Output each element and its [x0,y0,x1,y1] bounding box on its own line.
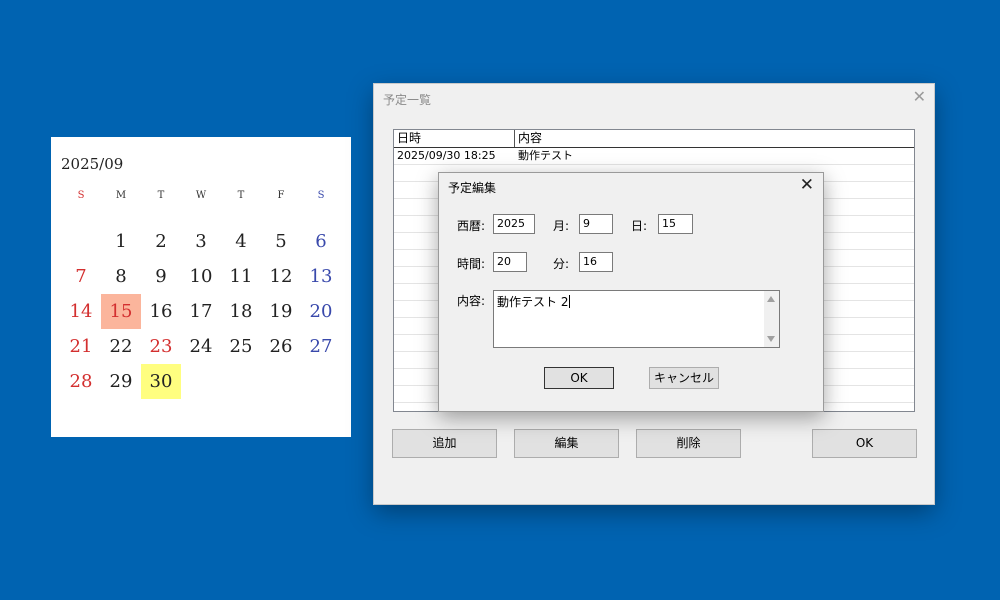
weekday-sun: S [77,190,85,201]
close-icon[interactable]: ✕ [913,87,926,106]
calendar-day[interactable]: 6 [301,224,341,259]
calendar-day[interactable]: 28 [61,364,101,399]
dialog-cancel-button[interactable]: キャンセル [649,367,719,389]
calendar-day[interactable]: 15 [101,294,141,329]
calendar-day[interactable]: 19 [261,294,301,329]
weekday-fri: F [277,190,285,201]
content-textarea[interactable]: 動作テスト 2 [493,290,780,348]
day-label: 日: [631,219,648,233]
scroll-down-arrow-icon[interactable] [767,336,775,342]
calendar-day[interactable]: 30 [141,364,181,399]
month-field[interactable]: 9 [579,214,613,234]
hour-label: 時間: [457,257,486,271]
calendar-week-row: 21 22 23 24 25 26 27 [61,329,341,364]
column-header-datetime[interactable]: 日時 [394,130,515,147]
calendar-week-row: 14 15 16 17 18 19 20 [61,294,341,329]
year-field[interactable]: 2025 [493,214,535,234]
content-text: 動作テスト 2 [497,295,571,309]
weekday-tue: T [157,190,165,201]
calendar-day[interactable]: 25 [221,329,261,364]
calendar-day[interactable]: 20 [301,294,341,329]
calendar-day[interactable]: 22 [101,329,141,364]
weekday-mon: M [115,190,127,201]
calendar-day[interactable]: 10 [181,259,221,294]
weekday-thu: T [237,190,245,201]
calendar-month-title: 2025/09 [61,155,124,173]
calendar-empty-cell [61,224,101,259]
calendar-day[interactable]: 26 [261,329,301,364]
column-header-content[interactable]: 内容 [515,130,914,147]
weekday-wed: W [195,190,207,201]
day-field[interactable]: 15 [658,214,693,234]
year-label: 西暦: [457,219,486,233]
calendar-day[interactable]: 1 [101,224,141,259]
content-label: 内容: [457,294,486,308]
list-item[interactable]: 2025/09/30 18:25 動作テスト [394,148,914,165]
calendar-day[interactable]: 24 [181,329,221,364]
minute-label: 分: [553,257,570,271]
ok-button[interactable]: OK [812,429,917,458]
dialog-title: 予定編集 [448,181,497,195]
list-item-content: 動作テスト [518,149,573,162]
calendar-day[interactable]: 5 [261,224,301,259]
calendar-day[interactable]: 23 [141,329,181,364]
calendar-week-row: 28 29 30 [61,364,341,399]
calendar-day[interactable]: 17 [181,294,221,329]
calendar-day[interactable]: 7 [61,259,101,294]
calendar-week-row: 123456 [61,224,341,259]
minute-field[interactable]: 16 [579,252,613,272]
month-label: 月: [553,219,570,233]
scroll-up-arrow-icon[interactable] [767,296,775,302]
calendar-week-row: 7 8 9 10 11 12 13 [61,259,341,294]
list-item-datetime: 2025/09/30 18:25 [397,149,496,162]
calendar-day[interactable]: 14 [61,294,101,329]
edit-button[interactable]: 編集 [514,429,619,458]
calendar-weekday-header: S M T W T F S [61,190,341,208]
calendar-empty-cell [261,364,301,399]
calendar-day[interactable]: 2 [141,224,181,259]
hour-field[interactable]: 20 [493,252,527,272]
calendar-day[interactable]: 27 [301,329,341,364]
text-caret [569,295,571,308]
weekday-sat: S [317,190,325,201]
list-header: 日時 内容 [394,130,914,148]
calendar-empty-cell [301,364,341,399]
schedule-edit-dialog: 予定編集 ✕ 西暦: 2025 月: 9 日: 15 時間: 20 分: 16 … [438,172,824,412]
close-icon[interactable]: ✕ [800,175,814,195]
add-button[interactable]: 追加 [392,429,497,458]
calendar-day[interactable]: 16 [141,294,181,329]
calendar-day[interactable]: 21 [61,329,101,364]
calendar-empty-cell [221,364,261,399]
calendar-day[interactable]: 4 [221,224,261,259]
calendar-day[interactable]: 11 [221,259,261,294]
calendar-day[interactable]: 18 [221,294,261,329]
calendar-widget: 2025/09 S M T W T F S 1 2 3 4 5 6 7 8 9 10 11 12 13 1… [51,137,351,437]
calendar-day[interactable]: 13 [301,259,341,294]
calendar-day[interactable]: 9 [141,259,181,294]
window-title: 予定一覧 [383,93,432,107]
vertical-scrollbar[interactable] [764,291,779,347]
calendar-day[interactable]: 29 [101,364,141,399]
calendar-day[interactable]: 8 [101,259,141,294]
calendar-grid: S M T W T F S 1 2 3 4 5 6 7 8 9 10 11 12 13 14 15 16 17 1… [61,190,341,399]
dialog-ok-button[interactable]: OK [544,367,614,389]
calendar-day[interactable]: 12 [261,259,301,294]
calendar-day[interactable]: 3 [181,224,221,259]
calendar-empty-cell [181,364,221,399]
delete-button[interactable]: 削除 [636,429,741,458]
